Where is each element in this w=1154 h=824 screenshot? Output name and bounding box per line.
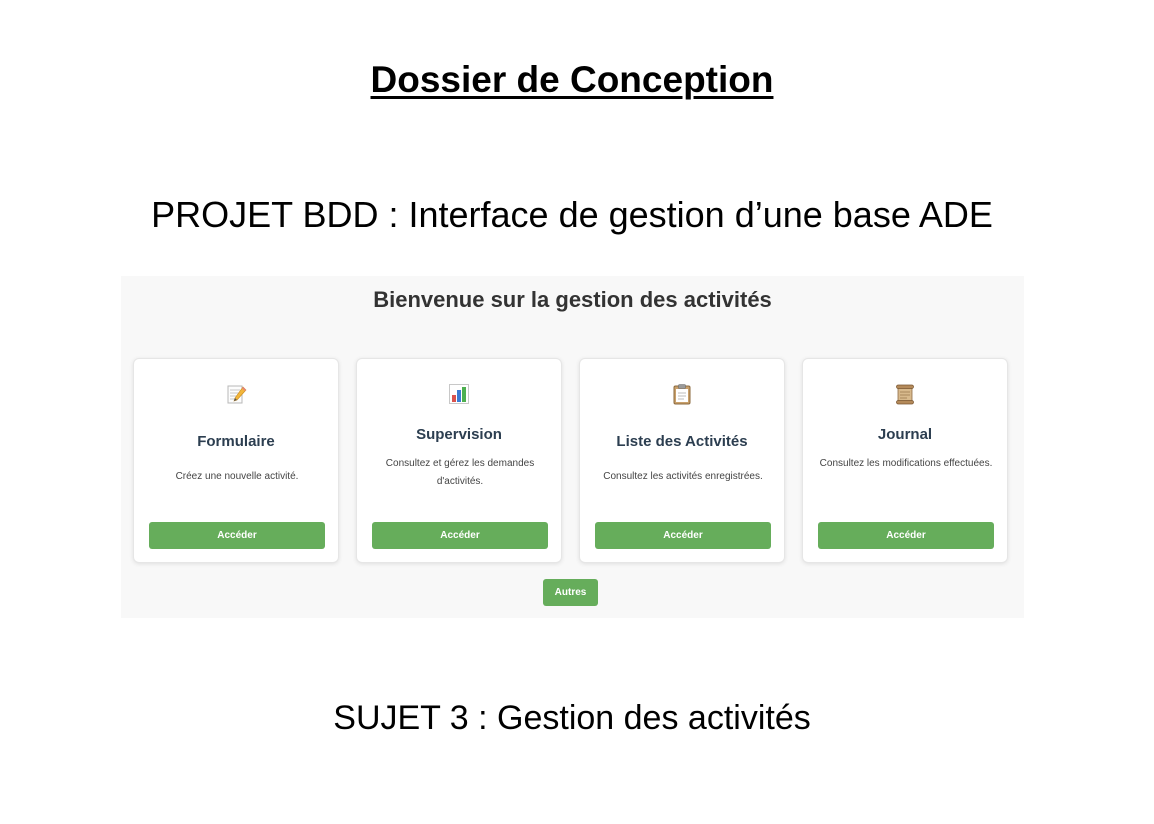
card-description: Consultez les activités enregistrées. <box>603 471 763 482</box>
clipboard-icon <box>580 381 784 407</box>
project-title: PROJET BDD : Interface de gestion d’une … <box>151 194 993 235</box>
autres-button[interactable]: Autres <box>543 579 598 606</box>
acceder-button-supervision[interactable]: Accéder <box>372 522 548 549</box>
app-heading: Bienvenue sur la gestion des activités <box>373 287 772 312</box>
memo-pencil-icon <box>134 381 338 407</box>
app-screenshot: Bienvenue sur la gestion des activités F… <box>121 276 1024 618</box>
card-description: Créez une nouvelle activité. <box>175 471 299 482</box>
card-title: Supervision <box>416 426 502 443</box>
acceder-button-journal[interactable]: Accéder <box>818 522 994 549</box>
card-description: Consultez les modifications effectuées. <box>819 458 993 469</box>
card-liste-activites: Liste des Activités Consultez les activi… <box>579 358 785 563</box>
card-journal: Journal Consultez les modifications effe… <box>802 358 1008 563</box>
document-title: Dossier de Conception <box>370 59 774 100</box>
card-formulaire: Formulaire Créez une nouvelle activité. … <box>133 358 339 563</box>
card-title: Formulaire <box>197 433 275 450</box>
card-title: Journal <box>877 426 933 443</box>
subject-title: SUJET 3 : Gestion des activités <box>333 699 811 737</box>
bar-chart-icon <box>357 381 561 407</box>
acceder-button-liste-activites[interactable]: Accéder <box>595 522 771 549</box>
card-description: Consultez et gérez les demandes d'activi… <box>385 458 535 487</box>
acceder-button-formulaire[interactable]: Accéder <box>149 522 325 549</box>
card-supervision: Supervision Consultez et gérez les deman… <box>356 358 562 563</box>
scroll-icon <box>803 381 1007 407</box>
card-title: Liste des Activités <box>616 433 748 450</box>
